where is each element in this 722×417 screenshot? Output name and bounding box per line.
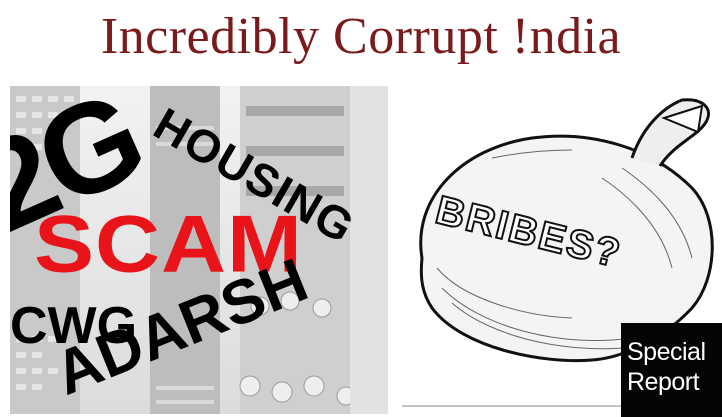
page-title: Incredibly Corrupt !ndia <box>100 8 622 65</box>
scam-collage: 2G HOUSING SCAM CWG ADARSH <box>10 86 388 414</box>
badge-line-1: Special <box>627 338 706 366</box>
special-report-badge: Special Report <box>621 323 722 417</box>
badge-line-2: Report <box>627 368 700 396</box>
